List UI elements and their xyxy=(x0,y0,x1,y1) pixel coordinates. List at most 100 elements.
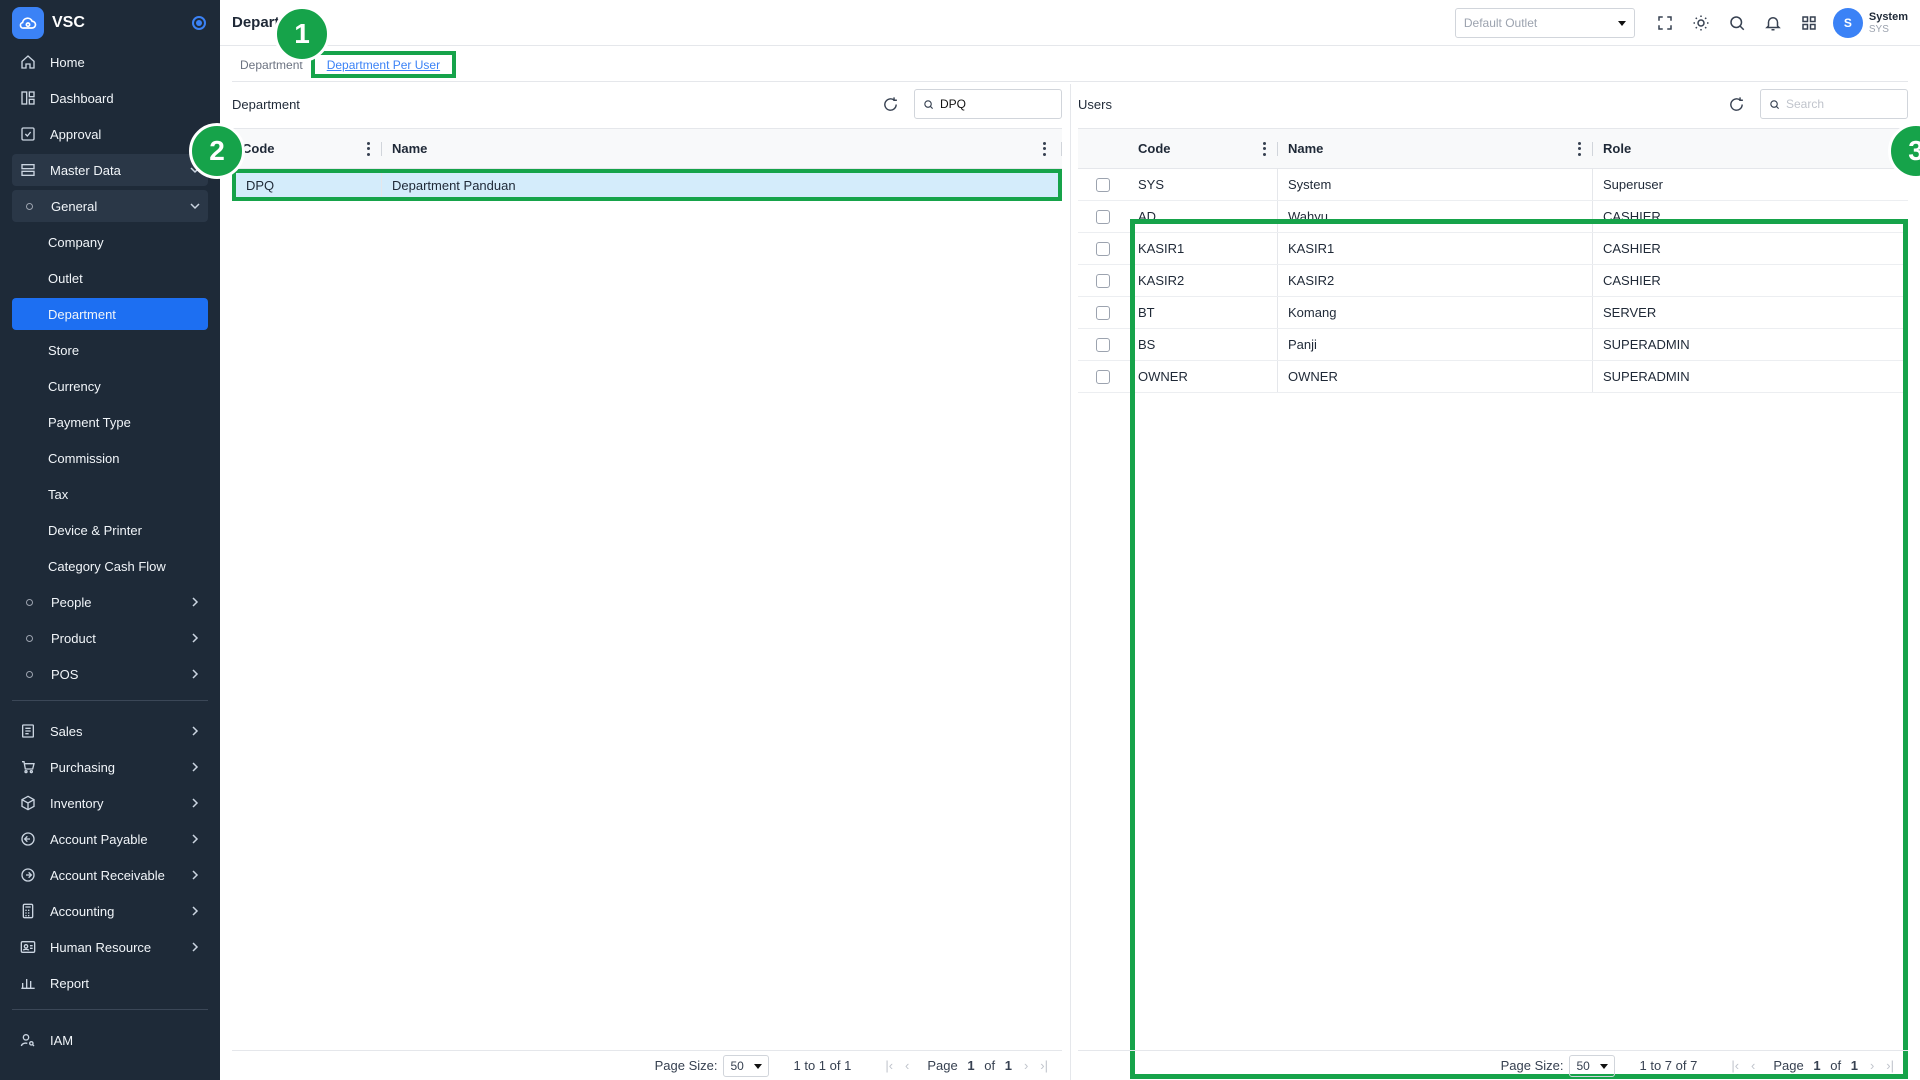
fullscreen-icon[interactable] xyxy=(1647,5,1683,41)
row-checkbox-cell xyxy=(1078,329,1128,360)
sidebar-toggle-icon[interactable] xyxy=(192,16,206,30)
users-rows: SYS System Superuser AD Wahyu CASHIER KASIR1 KA… xyxy=(1078,169,1908,393)
department-search-input[interactable] xyxy=(940,97,1050,111)
table-row[interactable]: OWNER OWNER SUPERADMIN xyxy=(1078,361,1908,393)
sidebar-item-device-printer[interactable]: Device & Printer xyxy=(12,514,208,546)
user-menu[interactable]: S System SYS xyxy=(1832,8,1908,38)
sidebar-item-human-resource[interactable]: Human Resource xyxy=(12,931,208,963)
row-checkbox[interactable] xyxy=(1096,209,1110,224)
prev-page-icon[interactable]: ‹ xyxy=(1751,1058,1755,1073)
page-size-select[interactable]: 50 xyxy=(1569,1054,1616,1077)
last-page-icon[interactable]: ›| xyxy=(1040,1058,1048,1073)
row-checkbox[interactable] xyxy=(1096,369,1110,384)
sidebar-item-category-cash-flow[interactable]: Category Cash Flow xyxy=(12,550,208,582)
sidebar-item-report[interactable]: Report xyxy=(12,967,208,999)
sidebar-nav-modules: Sales Purchasing Inventory Account Payab… xyxy=(0,715,220,999)
sidebar-item-pos[interactable]: POS xyxy=(12,658,208,690)
table-row[interactable]: SYS System Superuser xyxy=(1078,169,1908,201)
chevron-right-icon xyxy=(190,726,200,736)
search-icon xyxy=(924,99,934,109)
column-menu-icon[interactable] xyxy=(1262,141,1266,156)
outlet-select[interactable]: Default Outlet xyxy=(1454,8,1635,38)
sidebar-item-home[interactable]: Home xyxy=(12,46,208,78)
sidebar-item-label: Accounting xyxy=(50,903,115,919)
sidebar-item-dashboard[interactable]: Dashboard xyxy=(12,82,208,114)
next-page-icon[interactable]: › xyxy=(1870,1058,1874,1073)
sun-icon[interactable] xyxy=(1683,5,1719,41)
user-name: System xyxy=(1868,11,1908,23)
sidebar-item-outlet[interactable]: Outlet xyxy=(12,262,208,294)
page-word: Page xyxy=(927,1058,958,1073)
column-menu-icon[interactable] xyxy=(1042,141,1046,156)
sidebar-item-approval[interactable]: Approval xyxy=(12,118,208,150)
first-page-icon[interactable]: |‹ xyxy=(1731,1058,1739,1073)
column-header-code[interactable]: Code xyxy=(1128,129,1278,168)
refresh-icon[interactable] xyxy=(876,90,904,118)
column-header-code[interactable]: Code xyxy=(232,129,382,168)
table-row[interactable]: AD Wahyu CASHIER xyxy=(1078,201,1908,233)
page-indicator: Page 1 of 1 xyxy=(1767,1058,1858,1073)
department-panel-header: Department xyxy=(232,86,1062,122)
dashboard-icon xyxy=(20,90,36,106)
circle-icon xyxy=(26,202,33,210)
page-total: 1 xyxy=(1004,1058,1012,1073)
table-row[interactable]: BS Panji SUPERADMIN xyxy=(1078,329,1908,361)
row-checkbox[interactable] xyxy=(1096,305,1110,320)
sidebar-item-sales[interactable]: Sales xyxy=(12,715,208,747)
sidebar-item-payment-type[interactable]: Payment Type xyxy=(12,406,208,438)
chevron-right-icon xyxy=(190,870,200,880)
column-menu-icon[interactable] xyxy=(1577,141,1581,156)
sidebar-nav-admin: IAM xyxy=(0,1024,220,1056)
column-header-name[interactable]: Name xyxy=(1278,129,1593,168)
table-row[interactable]: KASIR1 KASIR1 CASHIER xyxy=(1078,233,1908,265)
last-page-icon[interactable]: ›| xyxy=(1886,1058,1894,1073)
row-checkbox[interactable] xyxy=(1096,241,1110,256)
sidebar-item-tax[interactable]: Tax xyxy=(12,478,208,510)
sidebar-item-inventory[interactable]: Inventory xyxy=(12,787,208,819)
table-row[interactable]: BT Komang SERVER xyxy=(1078,297,1908,329)
brand-name: VSC xyxy=(52,14,85,31)
table-row[interactable]: KASIR2 KASIR2 CASHIER xyxy=(1078,265,1908,297)
sidebar-item-people[interactable]: People xyxy=(12,586,208,618)
sidebar-item-commission[interactable]: Commission xyxy=(12,442,208,474)
sidebar-item-product[interactable]: Product xyxy=(12,622,208,654)
sidebar-item-master-data[interactable]: Master Data xyxy=(12,154,208,186)
row-checkbox[interactable] xyxy=(1096,337,1110,352)
table-row[interactable]: DPQ Department Panduan xyxy=(232,169,1062,201)
chevron-right-icon xyxy=(190,633,200,643)
sidebar-item-account-payable[interactable]: Account Payable xyxy=(12,823,208,855)
sidebar-item-label: Currency xyxy=(48,378,101,394)
sidebar-item-general[interactable]: General xyxy=(12,190,208,222)
column-header-name[interactable]: Name xyxy=(382,129,1062,168)
sidebar-item-company[interactable]: Company xyxy=(12,226,208,258)
refresh-icon[interactable] xyxy=(1722,90,1750,118)
next-page-icon[interactable]: › xyxy=(1024,1058,1028,1073)
sidebar-item-purchasing[interactable]: Purchasing xyxy=(12,751,208,783)
sidebar-item-currency[interactable]: Currency xyxy=(12,370,208,402)
page-size: Page Size: 50 xyxy=(1501,1054,1616,1077)
tab-department-per-user[interactable]: Department Per User xyxy=(319,52,448,78)
sidebar-item-store[interactable]: Store xyxy=(12,334,208,366)
cell-name: Department Panduan xyxy=(392,177,516,193)
bell-icon[interactable] xyxy=(1755,5,1791,41)
page-range: 1 to 7 of 7 xyxy=(1639,1058,1698,1073)
prev-page-icon[interactable]: ‹ xyxy=(905,1058,909,1073)
users-search-input[interactable] xyxy=(1786,97,1896,111)
sidebar-item-accounting[interactable]: Accounting xyxy=(12,895,208,927)
first-page-icon[interactable]: |‹ xyxy=(885,1058,893,1073)
page-size-select[interactable]: 50 xyxy=(723,1054,770,1077)
users-pagination: Page Size: 50 1 to 7 of 7 |‹ ‹ Page 1 of… xyxy=(1078,1050,1908,1080)
sidebar-item-account-receivable[interactable]: Account Receivable xyxy=(12,859,208,891)
row-checkbox[interactable] xyxy=(1096,273,1110,288)
sidebar-item-label: Account Receivable xyxy=(50,867,165,883)
row-checkbox[interactable] xyxy=(1096,177,1110,192)
cell-name: Komang xyxy=(1278,297,1593,328)
sales-icon xyxy=(20,723,36,739)
apps-grid-icon[interactable] xyxy=(1791,5,1827,41)
column-header-label: Name xyxy=(1288,141,1324,156)
column-menu-icon[interactable] xyxy=(366,141,370,156)
sidebar-item-iam[interactable]: IAM xyxy=(12,1024,208,1056)
column-header-role[interactable]: Role xyxy=(1593,129,1908,168)
sidebar-item-department[interactable]: Department xyxy=(12,298,208,330)
search-icon[interactable] xyxy=(1719,5,1755,41)
